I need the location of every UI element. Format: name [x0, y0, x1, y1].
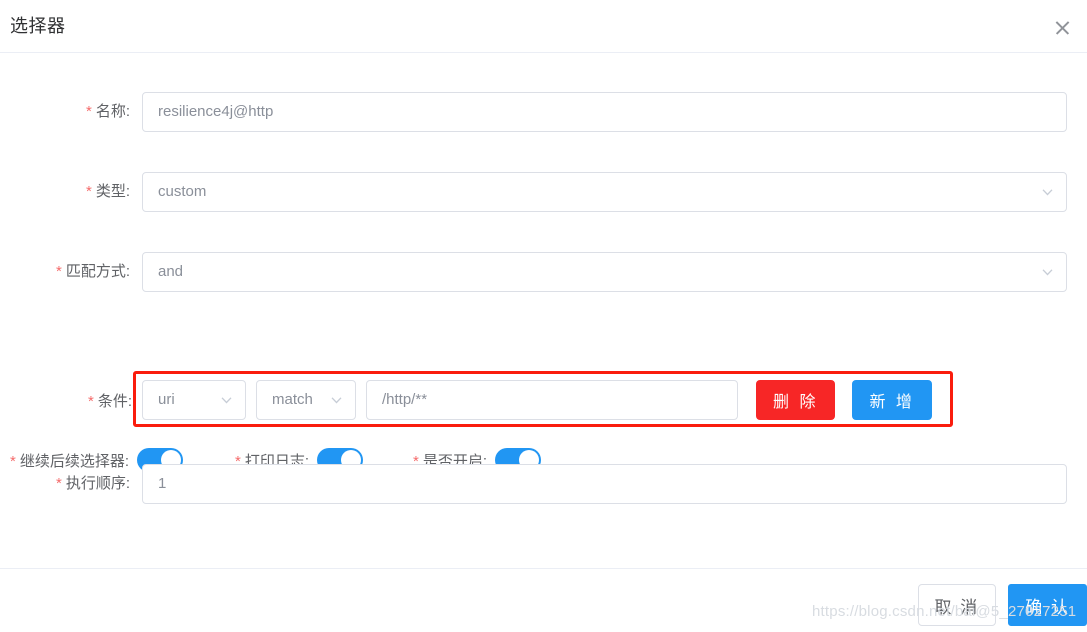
form-row-match-mode: * 匹配方式: and — [0, 252, 1087, 292]
required-asterisk: * — [55, 475, 62, 493]
condition-param-value: /http/** — [382, 391, 428, 408]
form-row-type: * 类型: custom — [0, 172, 1087, 212]
match-mode-select[interactable]: and — [142, 252, 1067, 292]
page-title: 选择器 — [10, 16, 66, 36]
form-row-sort: * 执行顺序: 1 — [0, 464, 1087, 504]
condition-param-input[interactable]: /http/** — [366, 380, 738, 420]
form-row-name: * 名称: resilience4j@http — [0, 92, 1087, 132]
required-asterisk: * — [55, 263, 62, 281]
delete-condition-button[interactable]: 删 除 — [756, 380, 836, 420]
sort-input[interactable]: 1 — [142, 464, 1067, 504]
selector-dialog: 选择器 *名称: resilience4j@http *类型: custom — [0, 0, 1087, 632]
required-asterisk: * — [85, 103, 92, 121]
condition-field-select[interactable]: uri — [142, 380, 246, 420]
name-label: * 名称: — [0, 92, 142, 132]
chevron-down-icon — [1041, 266, 1054, 279]
confirm-button[interactable]: 确 认 — [1008, 584, 1087, 626]
form-row-condition: * 条件: uri match /http/** 删 除 新 增 — [0, 379, 1087, 421]
type-label: * 类型: — [0, 172, 142, 212]
type-select-value: custom — [158, 183, 207, 200]
condition-operator-value: match — [272, 391, 313, 408]
match-mode-label: * 匹配方式: — [0, 252, 142, 292]
add-condition-button[interactable]: 新 增 — [852, 380, 932, 420]
match-mode-select-value: and — [158, 263, 184, 280]
cancel-button[interactable]: 取 消 — [917, 584, 997, 626]
required-asterisk: * — [87, 393, 94, 411]
name-input[interactable]: resilience4j@http — [142, 92, 1067, 132]
name-input-value: resilience4j@http — [158, 103, 274, 120]
sort-label: * 执行顺序: — [0, 464, 142, 504]
match-mode-label-text: 匹配方式: — [65, 262, 130, 280]
close-button[interactable] — [1045, 10, 1079, 44]
dialog-body: * 名称: resilience4j@http * 类型: custom * 匹配方式… — [0, 53, 1087, 568]
name-label-text: 名称: — [95, 102, 130, 120]
type-select[interactable]: custom — [142, 172, 1067, 212]
dialog-header: 选择器 — [0, 0, 1087, 53]
close-icon — [1054, 19, 1071, 36]
condition-label: * 条件: — [0, 390, 142, 411]
sort-label-text: 执行顺序: — [65, 474, 130, 492]
footer-actions: 取 消 确 认 — [917, 584, 1087, 626]
condition-operator-select[interactable]: match — [256, 380, 356, 420]
dialog-footer: 取 消 确 认 — [0, 568, 1087, 632]
condition-label-text: 条件: — [97, 392, 132, 410]
chevron-down-icon — [330, 394, 343, 407]
sort-input-value: 1 — [158, 475, 167, 492]
chevron-down-icon — [1041, 186, 1054, 199]
condition-field-value: uri — [158, 391, 175, 408]
type-label-text: 类型: — [95, 182, 130, 200]
chevron-down-icon — [220, 394, 233, 407]
required-asterisk: * — [85, 183, 92, 201]
